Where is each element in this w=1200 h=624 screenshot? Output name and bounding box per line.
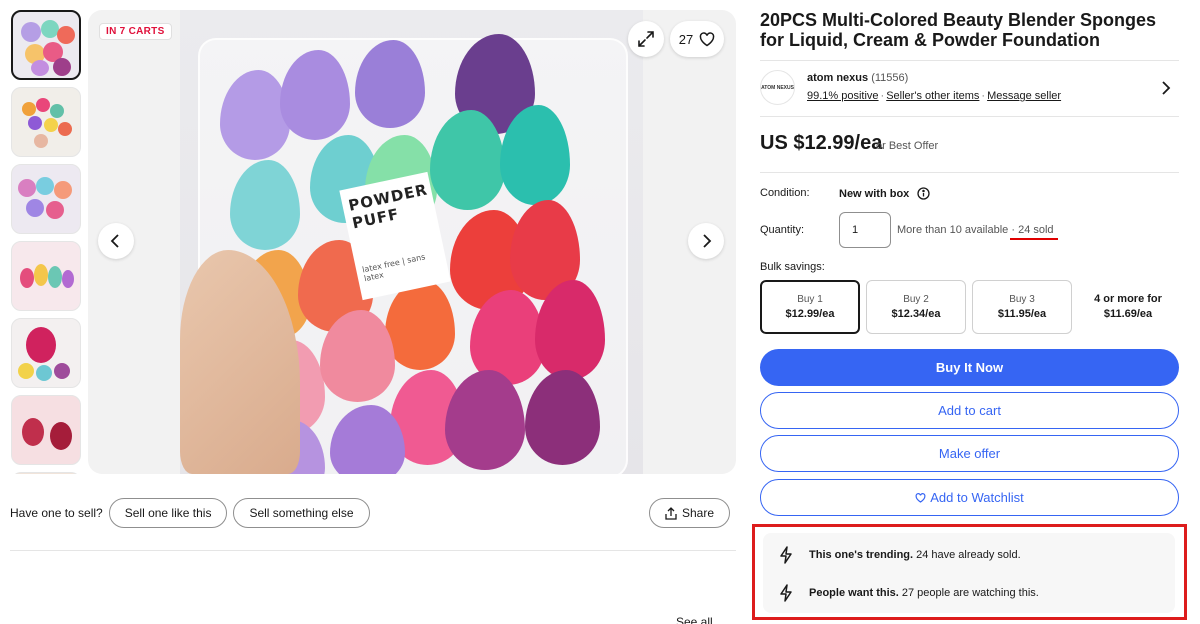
availability-text: More than 10 available · 24 sold [897, 224, 1054, 236]
watch-count: 27 [678, 31, 694, 47]
previous-image-button[interactable] [98, 223, 134, 259]
bulk-option-1[interactable]: Buy 1 $12.99/ea [760, 280, 860, 334]
sell-question: Have one to sell? [10, 506, 103, 520]
bulk-option-3[interactable]: Buy 3 $11.95/ea [972, 280, 1072, 334]
seller-positive-link[interactable]: 99.1% positive [807, 90, 879, 102]
bulk-qty: 4 or more for [1094, 293, 1162, 305]
watchlist-label: Add to Watchlist [930, 490, 1024, 505]
sold-count: 24 sold [1018, 224, 1054, 236]
next-image-button[interactable] [688, 223, 724, 259]
bulk-savings-label: Bulk savings: [760, 261, 825, 273]
bulk-option-2[interactable]: Buy 2 $12.34/ea [866, 280, 966, 334]
expand-button[interactable] [628, 21, 664, 57]
condition-label: Condition: [760, 187, 810, 199]
seller-feedback-count: (11556) [871, 72, 909, 84]
thumbnail-2[interactable] [11, 87, 81, 157]
price: US $12.99/ea [760, 132, 883, 154]
info-icon[interactable] [917, 187, 930, 200]
bulk-qty: Buy 3 [1009, 294, 1035, 305]
main-product-image[interactable]: POWDER PUFF latex free | sans latex IN 7… [88, 10, 736, 474]
trending-title: This one's trending. [809, 549, 914, 561]
bulk-qty: Buy 1 [797, 294, 823, 305]
trending-highlight-box: This one's trending. 24 have already sol… [752, 524, 1187, 620]
message-seller-link[interactable]: Message seller [987, 90, 1061, 102]
quantity-label: Quantity: [760, 224, 805, 236]
trending-text: 24 have already sold. [916, 549, 1021, 561]
buy-it-now-button[interactable]: Buy It Now [760, 349, 1179, 386]
seller-info: atom nexus (11556) [807, 72, 908, 84]
watching-title: People want this. [809, 587, 899, 599]
sell-one-like-this-button[interactable]: Sell one like this [108, 498, 228, 528]
product-title: 20PCS Multi-Colored Beauty Blender Spong… [760, 10, 1157, 50]
bulk-option-4[interactable]: 4 or more for $11.69/ea [1080, 292, 1176, 322]
bulk-price: $11.95/ea [997, 308, 1047, 320]
sell-something-else-button[interactable]: Sell something else [233, 498, 370, 528]
seller-logo[interactable]: ATOM NEXUS [760, 70, 795, 105]
share-icon [665, 506, 677, 520]
see-all-link[interactable]: See all [676, 615, 713, 624]
chevron-left-icon [110, 234, 119, 248]
expand-icon [638, 31, 654, 47]
bulk-price: $12.34/ea [891, 308, 941, 320]
condition-text: New with box [839, 187, 910, 200]
heart-icon [699, 31, 715, 46]
add-to-watchlist-button[interactable]: Add to Watchlist [760, 479, 1179, 516]
divider [760, 116, 1179, 117]
quantity-input[interactable] [839, 212, 891, 248]
bulk-price: $12.99/ea [785, 308, 835, 320]
bulk-price: $11.69/ea [1103, 308, 1153, 320]
available-count: More than 10 available [897, 224, 1009, 236]
trending-panel: This one's trending. 24 have already sol… [763, 533, 1175, 613]
thumbnail-7[interactable] [11, 472, 81, 474]
watch-button[interactable]: 27 [670, 21, 724, 57]
lightning-icon [780, 584, 792, 602]
thumbnail-5[interactable] [11, 318, 81, 388]
lightning-icon [780, 546, 792, 564]
thumbnail-4[interactable] [11, 241, 81, 311]
thumbnail-1[interactable] [11, 10, 81, 80]
section-divider [10, 550, 736, 551]
share-label: Share [681, 506, 714, 520]
divider [760, 172, 1179, 173]
sell-row: Have one to sell? Sell one like this Sel… [10, 498, 736, 528]
best-offer-text: or Best Offer [876, 140, 939, 152]
seller-other-items-link[interactable]: Seller's other items [886, 90, 979, 102]
condition-value: New with box [839, 187, 930, 200]
sold-highlight-underline [1010, 238, 1058, 240]
product-photo: POWDER PUFF latex free | sans latex [180, 10, 643, 474]
in-carts-badge: IN 7 CARTS [99, 23, 172, 40]
thumbnail-3[interactable] [11, 164, 81, 234]
make-offer-button[interactable]: Make offer [760, 435, 1179, 472]
divider [760, 60, 1179, 61]
seller-chevron-right-icon[interactable] [1160, 80, 1172, 96]
heart-icon [915, 492, 926, 503]
share-button[interactable]: Share [648, 498, 730, 528]
add-to-cart-button[interactable]: Add to cart [760, 392, 1179, 429]
bulk-qty: Buy 2 [903, 294, 929, 305]
watching-text: 27 people are watching this. [901, 587, 1039, 599]
watching-row: People want this. 27 people are watching… [763, 578, 1039, 608]
chevron-right-icon [703, 234, 712, 248]
thumbnail-6[interactable] [11, 395, 81, 465]
seller-name[interactable]: atom nexus [807, 72, 868, 84]
seller-links: 99.1% positive · Seller's other items · Mess… [807, 90, 1062, 102]
trending-row: This one's trending. 24 have already sol… [763, 540, 1021, 570]
thumbnail-strip [11, 10, 81, 474]
